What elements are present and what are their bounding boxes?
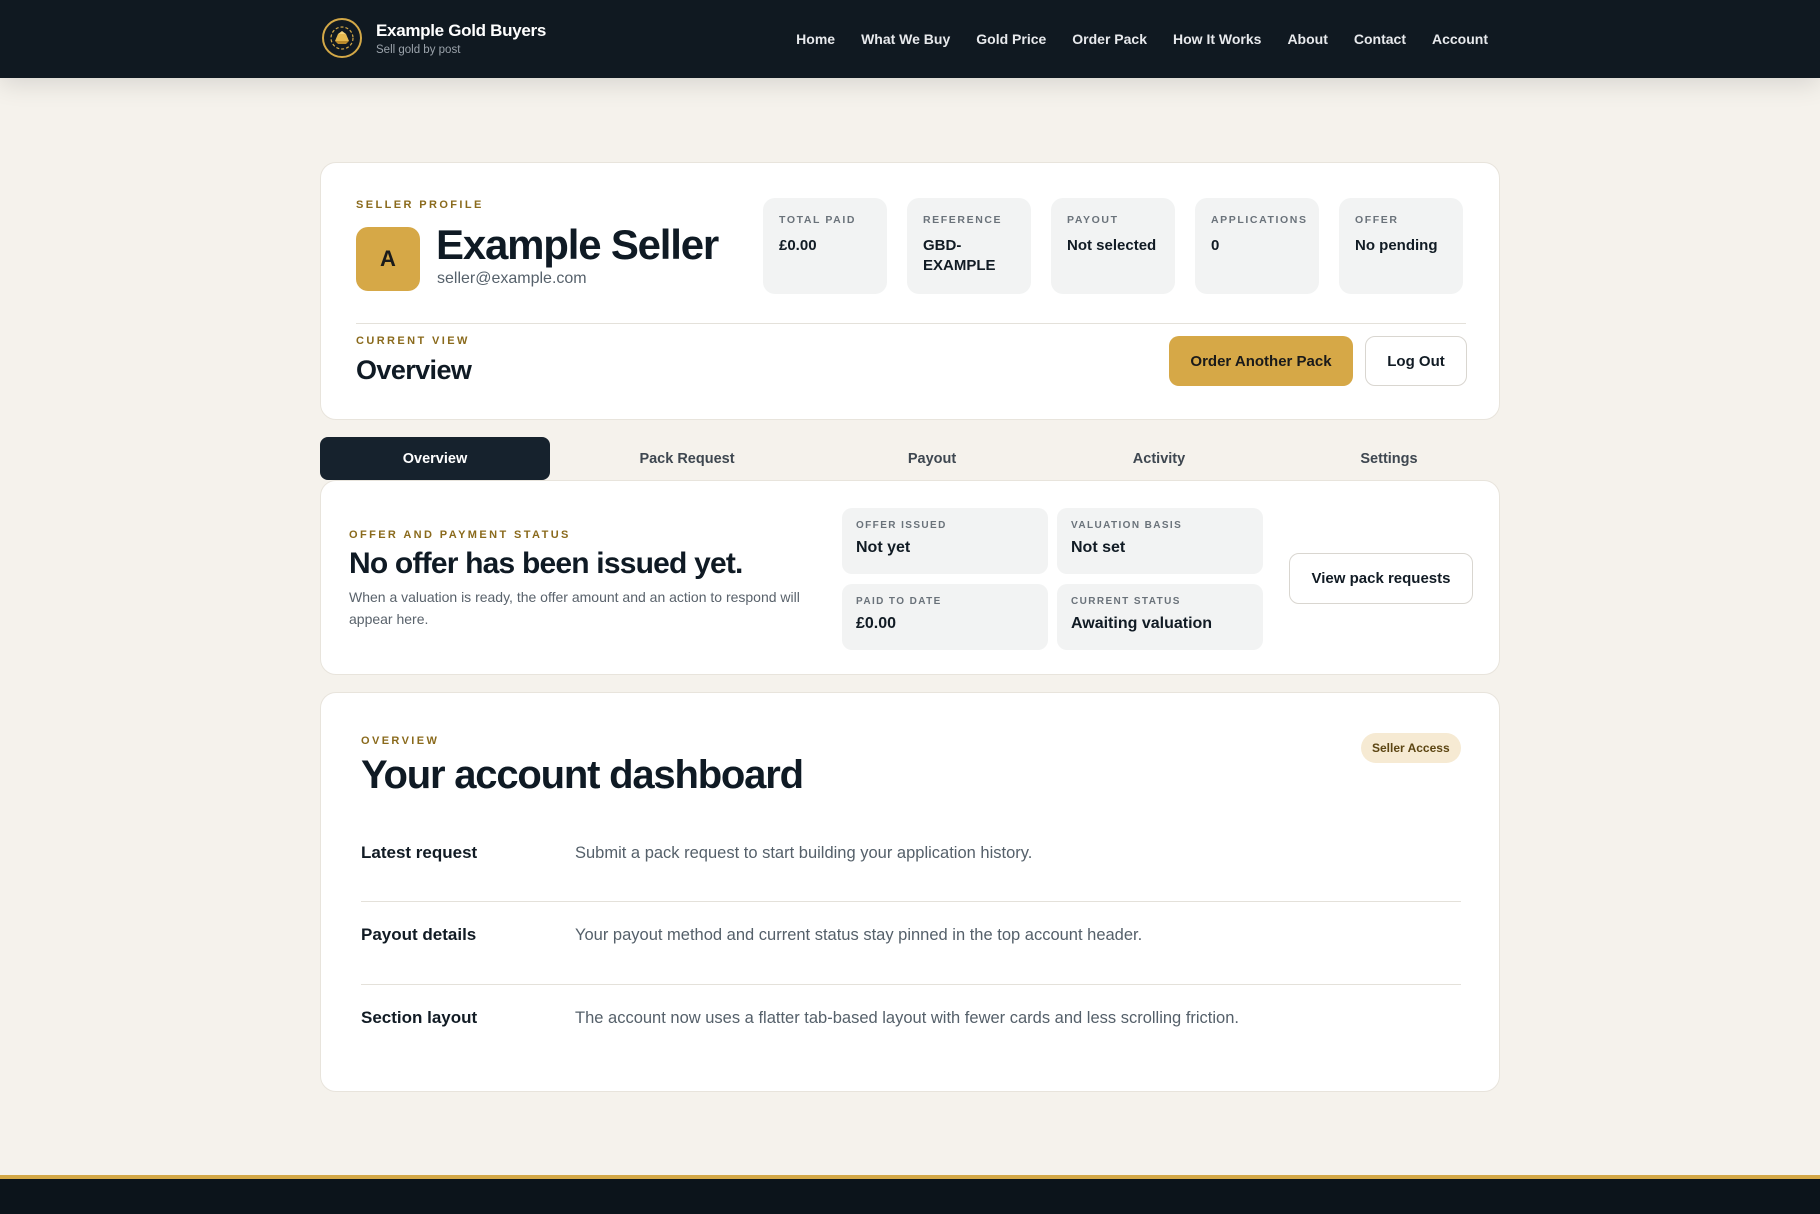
main-nav: Home What We Buy Gold Price Order Pack H… (796, 0, 1488, 78)
nav-order-pack[interactable]: Order Pack (1072, 31, 1147, 47)
row-text: Submit a pack request to start building … (575, 843, 1033, 862)
stat-payout: PAYOUT Not selected (1051, 198, 1175, 294)
seller-name: Example Seller (436, 221, 719, 268)
stat-label: APPLICATIONS (1211, 214, 1308, 226)
account-dashboard-card: OVERVIEW Your account dashboard Seller A… (320, 692, 1500, 1092)
stat-value: GBD-EXAMPLE (923, 237, 996, 274)
stat-value: £0.00 (779, 237, 817, 254)
site-footer (0, 1179, 1820, 1214)
row-label: Payout details (361, 925, 477, 944)
row-label: Latest request (361, 843, 478, 862)
view-pack-requests-button[interactable]: View pack requests (1289, 553, 1473, 604)
current-status-label: CURRENT STATUS (1071, 596, 1181, 607)
seller-profile-card: SELLER PROFILE A Example Seller seller@e… (320, 162, 1500, 420)
row-label: Section layout (361, 1008, 478, 1027)
profile-stats: TOTAL PAID £0.00 REFERENCE GBD-EXAMPLE P… (763, 198, 1463, 294)
valuation-basis-label: VALUATION BASIS (1071, 520, 1183, 531)
nav-account[interactable]: Account (1432, 31, 1488, 47)
stat-label: REFERENCE (923, 214, 1003, 226)
stat-label: TOTAL PAID (779, 214, 857, 226)
stat-offer: OFFER No pending (1339, 198, 1463, 294)
tab-payout[interactable]: Payout (824, 437, 1040, 480)
log-out-button[interactable]: Log Out (1365, 336, 1467, 386)
tab-pack-request[interactable]: Pack Request (550, 437, 824, 480)
nav-what-we-buy[interactable]: What We Buy (861, 31, 950, 47)
tab-activity[interactable]: Activity (1040, 437, 1278, 480)
seller-email: seller@example.com (437, 270, 587, 287)
offer-title: No offer has been issued yet. (349, 547, 743, 580)
stat-applications: APPLICATIONS 0 (1195, 198, 1319, 294)
current-view-title: Overview (356, 355, 472, 385)
brand[interactable]: Example Gold Buyers Sell gold by post (322, 18, 546, 58)
paid-to-date-box: PAID TO DATE £0.00 (842, 584, 1048, 650)
nav-gold-price[interactable]: Gold Price (976, 31, 1046, 47)
site-header: Example Gold Buyers Sell gold by post Ho… (0, 0, 1820, 78)
current-status-box: CURRENT STATUS Awaiting valuation (1057, 584, 1263, 650)
paid-to-date-label: PAID TO DATE (856, 596, 942, 607)
stat-value: No pending (1355, 237, 1438, 254)
nav-how-it-works[interactable]: How It Works (1173, 31, 1261, 47)
stat-label: OFFER (1355, 214, 1399, 226)
stat-reference: REFERENCE GBD-EXAMPLE (907, 198, 1031, 294)
tab-overview[interactable]: Overview (320, 437, 550, 480)
stat-value: Not selected (1067, 237, 1157, 254)
brand-name: Example Gold Buyers (376, 20, 547, 40)
stat-value: 0 (1211, 237, 1220, 254)
nav-home[interactable]: Home (796, 31, 835, 47)
offer-issued-box: OFFER ISSUED Not yet (842, 508, 1048, 574)
divider (356, 323, 1466, 324)
dashboard-row-payout-details: Payout details Your payout method and cu… (361, 894, 1461, 976)
paid-to-date-value: £0.00 (856, 615, 897, 632)
current-status-value: Awaiting valuation (1071, 615, 1213, 632)
tab-settings[interactable]: Settings (1278, 437, 1500, 480)
dashboard-row-section-layout: Section layout The account now uses a fl… (361, 977, 1461, 1059)
avatar: A (356, 227, 420, 291)
row-text: The account now uses a flatter tab-based… (575, 1008, 1239, 1027)
offer-issued-value: Not yet (856, 539, 911, 556)
dashboard-eyebrow: OVERVIEW (361, 735, 440, 747)
account-tabs: Overview Pack Request Payout Activity Se… (320, 437, 1500, 480)
dashboard-title: Your account dashboard (361, 753, 804, 797)
stat-label: PAYOUT (1067, 214, 1119, 226)
valuation-basis-value: Not set (1071, 539, 1126, 556)
current-view-label: CURRENT VIEW (356, 335, 470, 347)
seller-access-badge: Seller Access (1361, 733, 1461, 763)
nav-about[interactable]: About (1287, 31, 1327, 47)
gold-logo-icon (322, 18, 362, 58)
stat-total-paid: TOTAL PAID £0.00 (763, 198, 887, 294)
nav-contact[interactable]: Contact (1354, 31, 1406, 47)
offer-status-card: OFFER AND PAYMENT STATUS No offer has be… (320, 480, 1500, 675)
dashboard-row-latest-request: Latest request Submit a pack request to … (361, 812, 1461, 894)
profile-eyebrow: SELLER PROFILE (356, 199, 484, 211)
offer-description: When a valuation is ready, the offer amo… (349, 589, 800, 627)
brand-tagline: Sell gold by post (376, 43, 461, 56)
row-text: Your payout method and current status st… (575, 925, 1143, 944)
offer-issued-label: OFFER ISSUED (856, 520, 947, 531)
order-another-pack-button[interactable]: Order Another Pack (1169, 336, 1353, 386)
offer-eyebrow: OFFER AND PAYMENT STATUS (349, 529, 571, 541)
valuation-basis-box: VALUATION BASIS Not set (1057, 508, 1263, 574)
